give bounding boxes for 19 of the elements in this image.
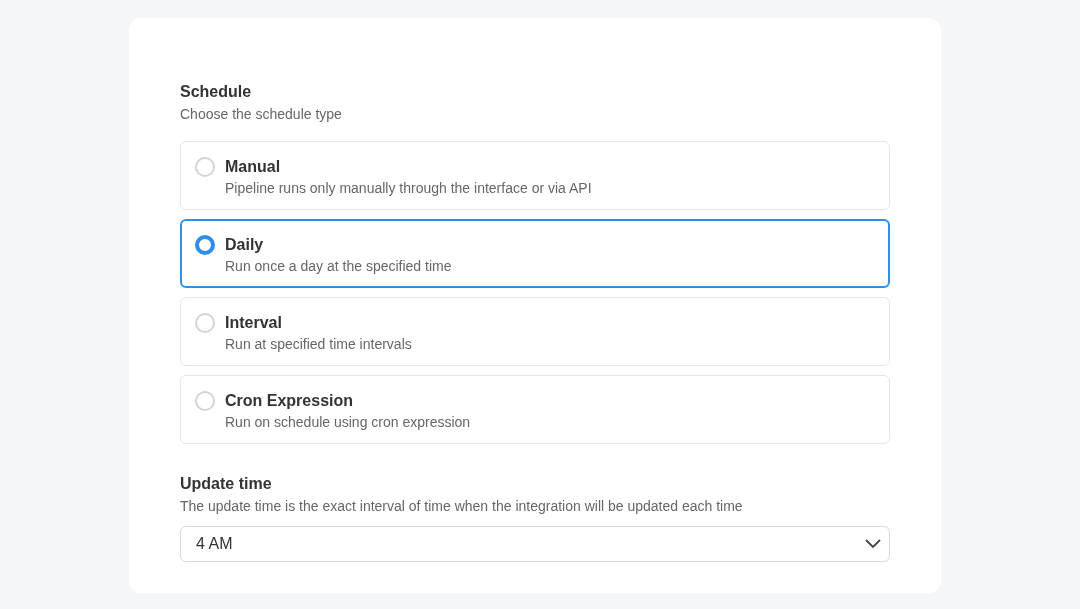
- option-label: Manual: [225, 157, 282, 177]
- option-description: Run once a day at the specified time: [225, 257, 452, 276]
- option-description: Pipeline runs only manually through the interface or via API: [225, 179, 592, 198]
- time-dropdown[interactable]: 4 AM: [180, 526, 890, 562]
- chevron-down-icon: [865, 539, 881, 549]
- section-title: Schedule: [180, 82, 253, 102]
- section-title: Update time: [180, 474, 273, 494]
- option-label: Cron Expression: [225, 391, 355, 411]
- schedule-option[interactable]: Cron Expression Run on schedule using cron expression: [180, 375, 890, 444]
- schedule-option[interactable]: Manual Pipeline runs only manually through the interface or via API: [180, 141, 890, 210]
- option-label: Interval: [225, 313, 283, 333]
- option-description: Run on schedule using cron expression: [225, 413, 471, 432]
- option-description: Run at specified time intervals: [225, 335, 412, 354]
- schedule-option[interactable]: Interval Run at specified time intervals: [180, 297, 890, 366]
- section-subtitle: Choose the schedule type: [180, 105, 343, 124]
- schedule-option[interactable]: Daily Run once a day at the specified time: [180, 219, 890, 288]
- radio-button[interactable]: [195, 235, 215, 255]
- option-label: Daily: [225, 235, 265, 255]
- section-description: The update time is the exact interval of time when the integration will be updated each time: [180, 497, 744, 516]
